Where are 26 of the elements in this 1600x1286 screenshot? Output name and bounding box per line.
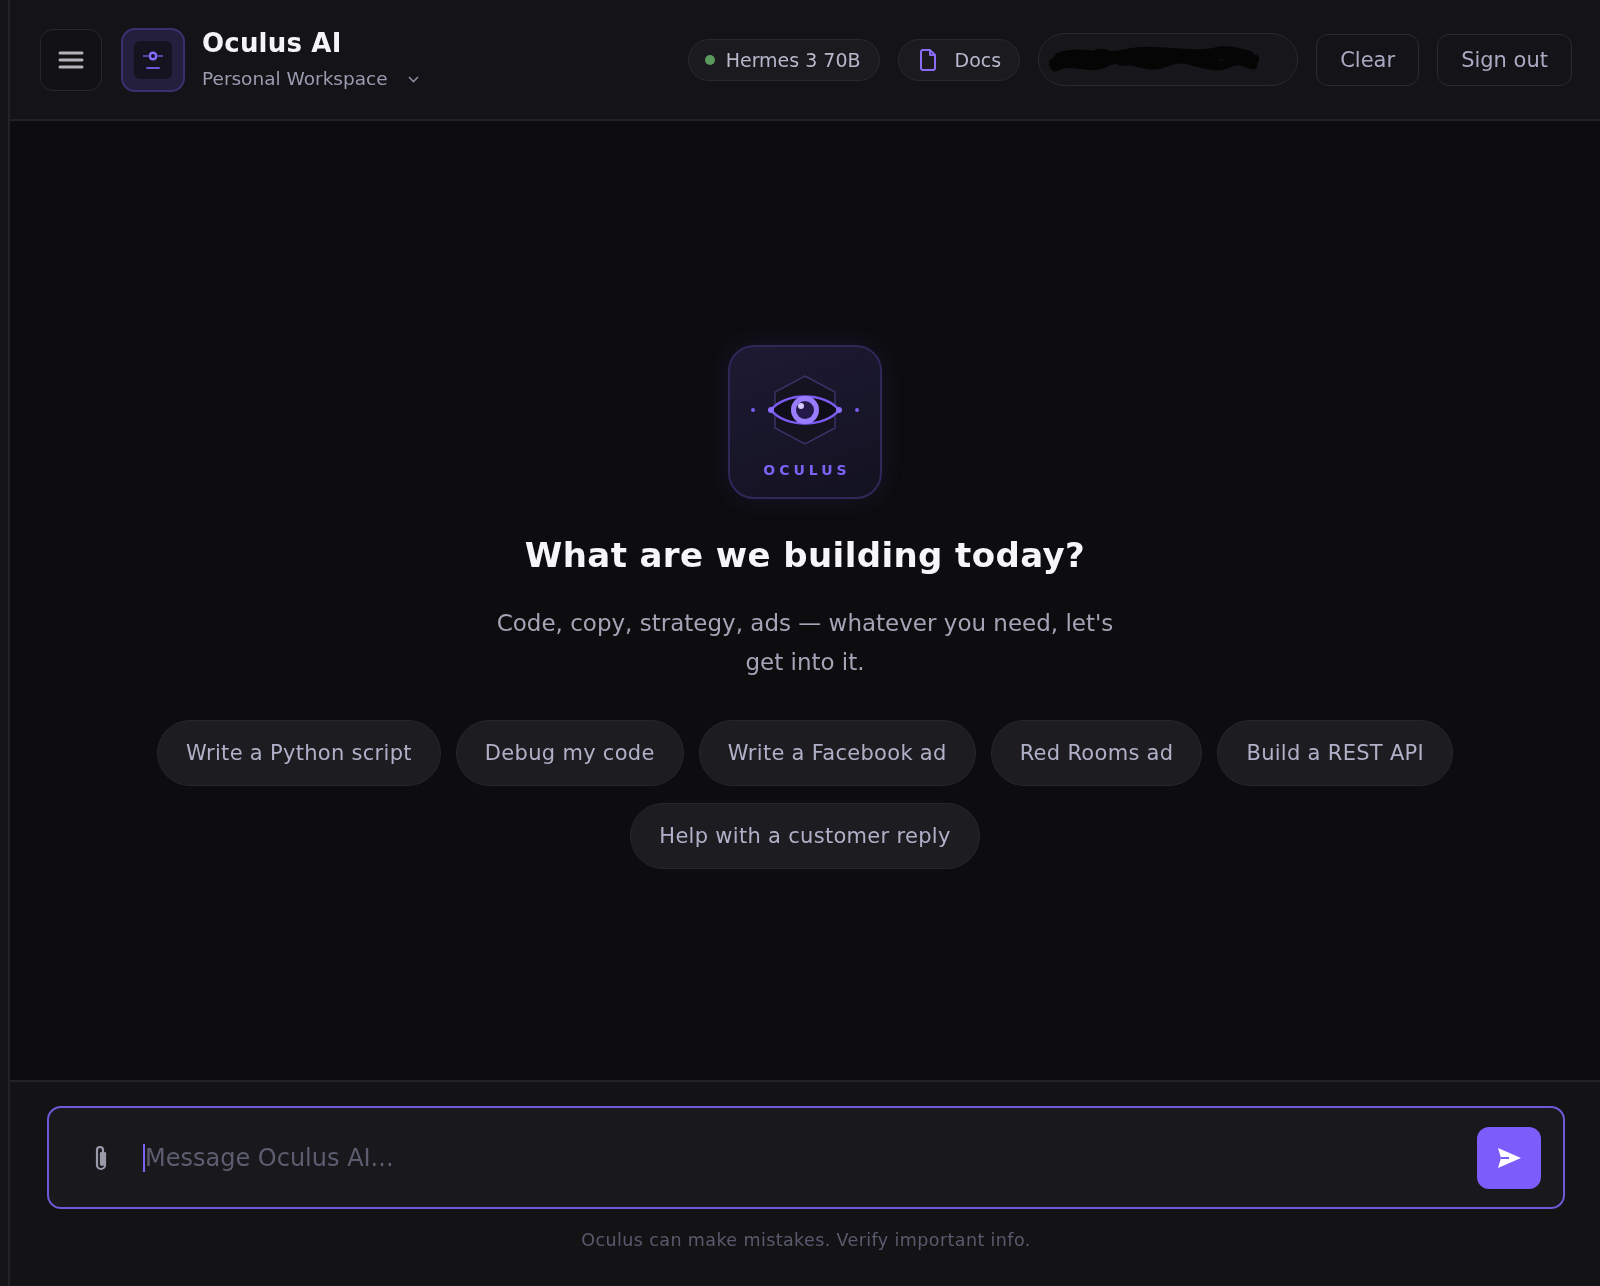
suggestion-chip[interactable]: Build a REST API bbox=[1217, 719, 1454, 786]
message-field[interactable]: Message Oculus AI... bbox=[47, 1106, 1565, 1209]
app-title: Oculus AI bbox=[202, 28, 343, 58]
menu-button[interactable] bbox=[40, 28, 102, 91]
docs-button[interactable]: Docs bbox=[897, 38, 1021, 81]
disclaimer-text: Oculus can make mistakes. Verify important info. bbox=[580, 1230, 1032, 1250]
suggestion-chip[interactable]: Help with a customer reply bbox=[630, 802, 980, 869]
suggestion-chip[interactable]: Write a Python script bbox=[156, 719, 441, 786]
menu-icon bbox=[58, 49, 84, 70]
model-selector[interactable]: Hermes 3 70B bbox=[687, 38, 880, 81]
chevron-down-icon bbox=[407, 75, 419, 83]
header-button[interactable]: Clear bbox=[1316, 33, 1420, 86]
document-icon bbox=[918, 48, 937, 71]
workspace-selector[interactable]: Personal Workspace bbox=[202, 67, 419, 91]
welcome-heading: What are we building today? bbox=[524, 535, 1086, 574]
welcome-subtitle: Code, copy, strategy, ads — whatever you need, let's get into it. bbox=[495, 608, 1115, 677]
suggestion-chip[interactable]: Red Rooms ad bbox=[990, 719, 1203, 786]
suggestion-chip[interactable]: Write a Facebook ad bbox=[698, 719, 976, 786]
header-button[interactable]: Sign out bbox=[1437, 33, 1572, 86]
send-icon bbox=[1496, 1145, 1522, 1170]
message-input[interactable]: Message Oculus AI... bbox=[145, 1139, 1457, 1176]
suggestion-chip[interactable]: Debug my code bbox=[455, 719, 684, 786]
logo-wordmark: OCULUS bbox=[762, 461, 851, 478]
text-cursor bbox=[143, 1143, 145, 1172]
logo-icon bbox=[121, 27, 185, 92]
send-button[interactable] bbox=[1477, 1126, 1541, 1189]
